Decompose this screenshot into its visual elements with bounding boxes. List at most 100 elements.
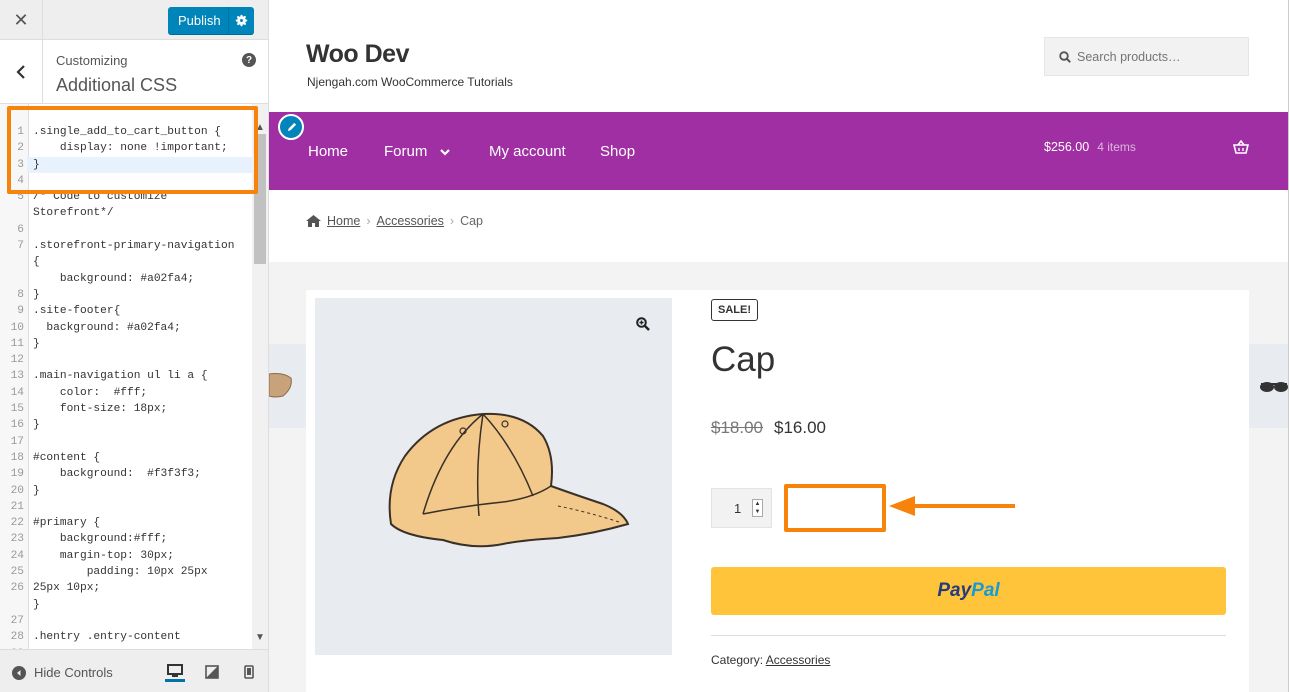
quantity-value[interactable]: 1: [734, 501, 748, 516]
line-text: color: #fff;: [33, 386, 148, 399]
line-text: }: [33, 598, 40, 611]
line-number: 13: [10, 370, 24, 383]
code-line[interactable]: background: #a02fa4;: [0, 271, 252, 287]
code-line[interactable]: }: [0, 597, 252, 613]
code-content[interactable]: 1 .single_add_to_cart_button {2 display: …: [0, 124, 252, 649]
quantity-stepper[interactable]: 1 ▲ ▼: [711, 488, 772, 528]
breadcrumb-home[interactable]: Home: [327, 214, 360, 228]
code-line[interactable]: 9 .site-footer{: [0, 303, 252, 319]
code-line[interactable]: 7 .storefront-primary-navigation: [0, 238, 252, 254]
code-line[interactable]: 24 margin-top: 30px;: [0, 548, 252, 564]
basket-icon[interactable]: [1233, 140, 1249, 154]
nav-item-shop[interactable]: Shop: [600, 143, 635, 160]
back-button[interactable]: [0, 40, 43, 104]
product-title: Cap: [711, 340, 776, 379]
gear-icon[interactable]: [228, 7, 254, 34]
code-line[interactable]: 13 .main-navigation ul li a {: [0, 368, 252, 384]
code-line[interactable]: 27: [0, 613, 252, 629]
publish-label: Publish: [178, 13, 221, 28]
code-line[interactable]: 28 .hentry .entry-content: [0, 629, 252, 645]
hide-controls-button[interactable]: Hide Controls: [12, 665, 113, 680]
site-title[interactable]: Woo Dev: [306, 40, 410, 69]
code-line[interactable]: 11}: [0, 336, 252, 352]
line-text: [27, 434, 252, 450]
scroll-down-icon[interactable]: ▼: [255, 632, 265, 643]
code-line[interactable]: 19 background: #f3f3f3;: [0, 466, 252, 482]
line-text: }: [33, 419, 40, 432]
quantity-spinner[interactable]: ▲ ▼: [752, 499, 763, 517]
css-highlight-annotation: [7, 106, 258, 194]
previous-product-tab[interactable]: [269, 344, 309, 428]
line-text: }: [33, 337, 40, 350]
home-icon: [306, 215, 321, 227]
line-number: 19: [10, 468, 24, 481]
line-number: 28: [10, 631, 24, 644]
line-text: {: [33, 256, 40, 269]
product-image[interactable]: [315, 298, 672, 655]
code-line[interactable]: 18 #content {: [0, 450, 252, 466]
help-icon[interactable]: ?: [242, 53, 256, 67]
line-text: }: [33, 288, 40, 301]
product-search[interactable]: [1044, 37, 1249, 76]
code-line[interactable]: 21: [0, 499, 252, 515]
line-text: #content {: [33, 451, 101, 464]
publish-button[interactable]: Publish: [168, 7, 254, 34]
code-line[interactable]: 22 #primary {: [0, 515, 252, 531]
next-product-tab[interactable]: [1245, 344, 1289, 428]
category-link[interactable]: Accessories: [766, 653, 831, 667]
code-line[interactable]: 20}: [0, 483, 252, 499]
code-line[interactable]: 6: [0, 222, 252, 238]
line-text: [27, 613, 252, 629]
chevron-down-icon: [439, 148, 450, 156]
site-description: Njengah.com WooCommerce Tutorials: [307, 75, 513, 89]
nav-item-my-account[interactable]: My account: [489, 143, 566, 160]
breadcrumb-current: Cap: [460, 214, 484, 228]
code-line[interactable]: 16}: [0, 417, 252, 433]
cart-total: $256.00: [1044, 140, 1090, 154]
category-label: Category:: [711, 653, 764, 667]
close-customizer-button[interactable]: ✕: [0, 0, 43, 40]
tablet-preview-icon[interactable]: [202, 662, 222, 682]
line-number: 16: [10, 419, 24, 432]
line-text: background: #a02fa4;: [33, 321, 181, 334]
line-number: [0, 254, 27, 270]
desktop-preview-icon[interactable]: [165, 662, 185, 682]
code-line[interactable]: 12: [0, 352, 252, 368]
customizer-topbar: ✕ Publish: [0, 0, 268, 40]
nav-forum-label: Forum: [384, 143, 428, 160]
nav-item-forum[interactable]: Forum: [384, 143, 450, 160]
code-line[interactable]: 10 background: #a02fa4;: [0, 320, 252, 336]
line-text: padding: 10px 25px: [33, 566, 208, 579]
paypal-label-pal: Pal: [971, 580, 1000, 601]
zoom-icon[interactable]: [636, 317, 650, 331]
line-number: 11: [10, 337, 24, 350]
code-line[interactable]: 25 padding: 10px 25px: [0, 564, 252, 580]
cap-illustration: [388, 412, 630, 548]
breadcrumb-accessories[interactable]: Accessories: [377, 214, 444, 228]
line-number: 6: [17, 223, 24, 236]
sunglasses-thumbnail: [1260, 382, 1288, 392]
line-number: 8: [17, 288, 24, 301]
code-line[interactable]: 15 font-size: 18px;: [0, 401, 252, 417]
header-cart[interactable]: $256.00 4 items: [1044, 140, 1136, 154]
edit-shortcut-icon[interactable]: [278, 114, 304, 140]
line-text: .site-footer{: [33, 305, 121, 318]
line-number: 14: [10, 386, 24, 399]
nav-item-home[interactable]: Home: [308, 143, 348, 160]
line-number: 20: [10, 484, 24, 497]
line-number: 22: [10, 517, 24, 530]
line-number: 12: [10, 354, 24, 367]
primary-navigation: Home Forum My account Shop $256.00 4 ite…: [269, 112, 1289, 190]
code-line[interactable]: 14 color: #fff;: [0, 385, 252, 401]
code-line[interactable]: 26 25px 10px;: [0, 580, 252, 596]
search-input[interactable]: [1077, 49, 1237, 64]
code-line[interactable]: 8}: [0, 287, 252, 303]
code-line[interactable]: 23 background:#fff;: [0, 531, 252, 547]
collapse-icon: [12, 665, 26, 680]
line-text: 25px 10px;: [33, 582, 101, 595]
paypal-button[interactable]: Pay Pal: [711, 567, 1226, 615]
code-line[interactable]: 17: [0, 434, 252, 450]
mobile-preview-icon[interactable]: [239, 662, 259, 682]
code-line[interactable]: {: [0, 254, 252, 270]
code-line[interactable]: Storefront*/: [0, 205, 252, 221]
